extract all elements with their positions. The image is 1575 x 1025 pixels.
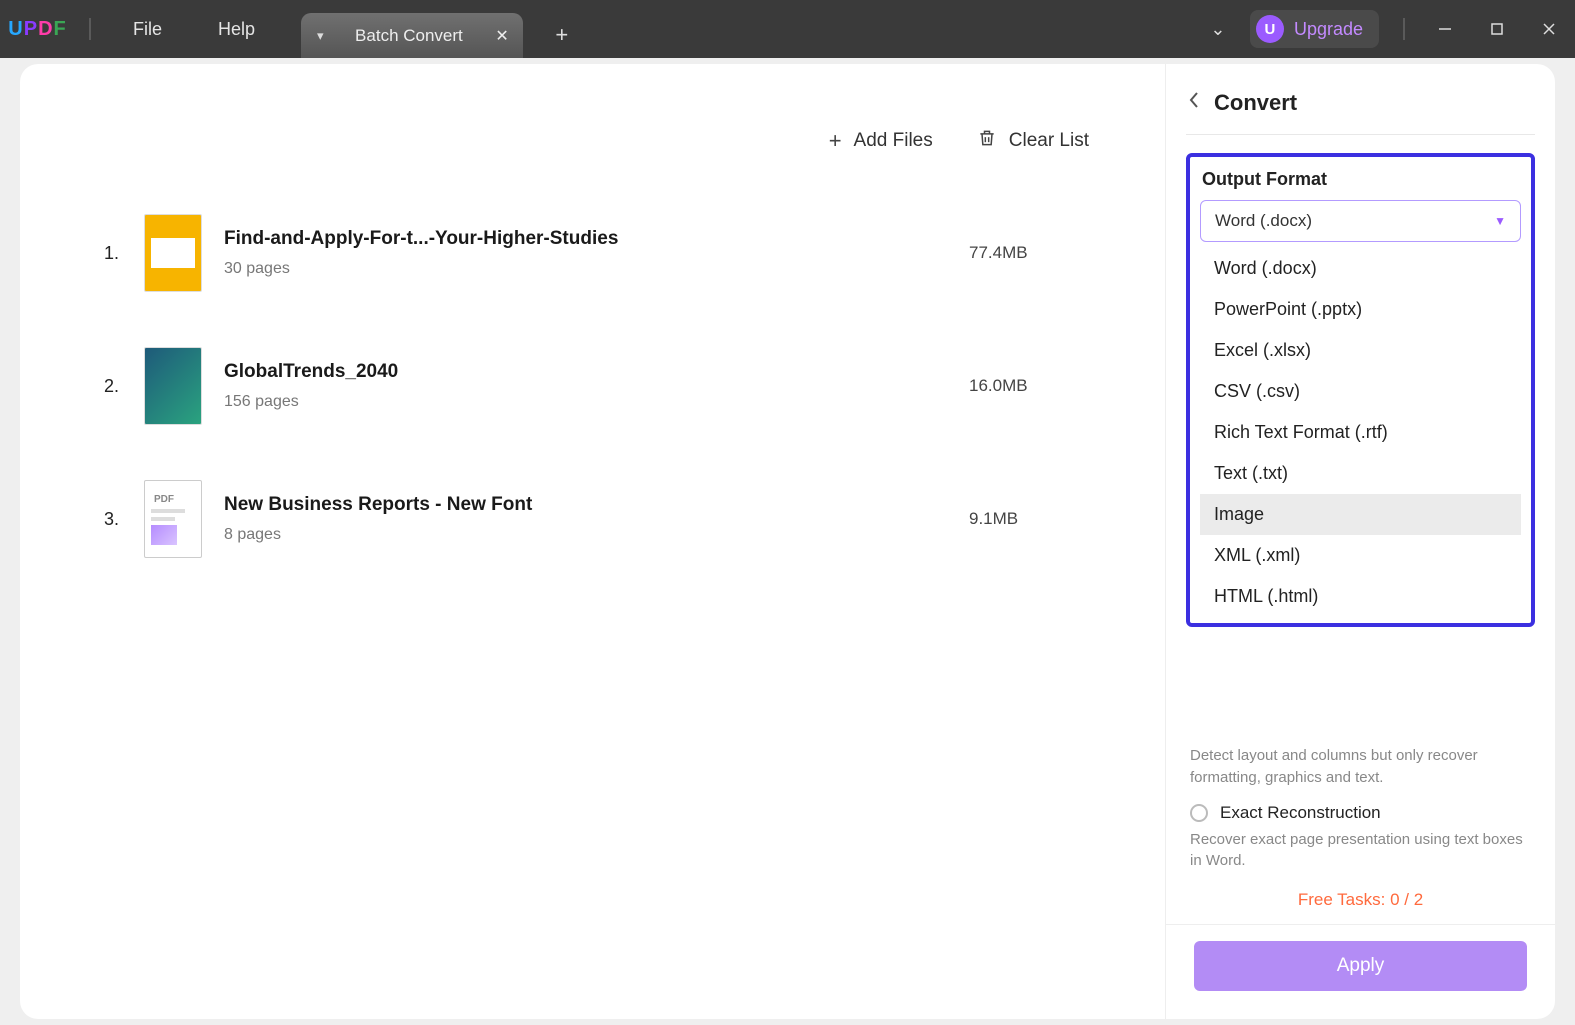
- file-row[interactable]: 2. GlobalTrends_2040 156 pages 16.0MB: [104, 347, 1089, 425]
- app-root: UPDF File Help ▾ Batch Convert ✕ + ⌄ U U…: [0, 0, 1575, 1025]
- file-thumbnail: [144, 347, 202, 425]
- minimize-button[interactable]: [1419, 0, 1471, 58]
- layout-options: Detect layout and columns but only recov…: [1166, 745, 1555, 924]
- trash-icon: [977, 127, 997, 155]
- list-actions: Add Files Clear List: [829, 127, 1089, 155]
- format-dropdown-list: Word (.docx)PowerPoint (.pptx)Excel (.xl…: [1200, 248, 1521, 617]
- side-title: Convert: [1214, 90, 1297, 116]
- body: Add Files Clear List 1. Find-and: [0, 58, 1575, 1025]
- format-option[interactable]: Text (.txt): [1200, 453, 1521, 494]
- clear-list-button[interactable]: Clear List: [977, 127, 1089, 155]
- close-icon: [1542, 22, 1556, 36]
- format-option[interactable]: Image: [1200, 494, 1521, 535]
- file-row[interactable]: 1. Find-and-Apply-For-t...-Your-Higher-S…: [104, 214, 1089, 292]
- file-pages: 8 pages: [224, 526, 969, 544]
- file-index: 2.: [104, 376, 144, 397]
- maximize-button[interactable]: [1471, 0, 1523, 58]
- side-header: Convert: [1166, 64, 1555, 134]
- radio-label: Exact Reconstruction: [1220, 803, 1381, 823]
- selected-format: Word (.docx): [1215, 211, 1312, 231]
- tab-batch-convert[interactable]: ▾ Batch Convert ✕: [301, 13, 523, 58]
- divider: [1403, 18, 1405, 40]
- plus-icon: +: [555, 22, 568, 48]
- divider: [89, 18, 91, 40]
- menu-file[interactable]: File: [105, 19, 190, 40]
- apply-button[interactable]: Apply: [1194, 941, 1527, 991]
- file-pages: 156 pages: [224, 393, 969, 411]
- file-meta: New Business Reports - New Font 8 pages: [224, 494, 969, 544]
- file-thumbnail: PDF: [144, 480, 202, 558]
- back-button[interactable]: [1184, 91, 1204, 115]
- add-files-button[interactable]: Add Files: [829, 128, 933, 154]
- layout-description: Detect layout and columns but only recov…: [1166, 745, 1555, 789]
- side-content: Output Format Word (.docx) ▼ Word (.docx…: [1166, 135, 1555, 745]
- app-logo: UPDF: [0, 18, 75, 41]
- output-format-label: Output Format: [1202, 169, 1521, 190]
- file-size: 77.4MB: [969, 243, 1089, 263]
- plus-icon: [829, 128, 842, 154]
- file-meta: Find-and-Apply-For-t...-Your-Higher-Stud…: [224, 228, 969, 278]
- titlebar: UPDF File Help ▾ Batch Convert ✕ + ⌄ U U…: [0, 0, 1575, 58]
- apply-wrap: Apply: [1166, 924, 1555, 1019]
- output-format-highlight: Output Format Word (.docx) ▼ Word (.docx…: [1186, 153, 1535, 627]
- tab-label: Batch Convert: [355, 26, 463, 46]
- tabbar: ▾ Batch Convert ✕ +: [301, 0, 585, 58]
- file-meta: GlobalTrends_2040 156 pages: [224, 361, 969, 411]
- chevron-down-icon: ▼: [1494, 214, 1506, 228]
- format-option[interactable]: Excel (.xlsx): [1200, 330, 1521, 371]
- window-controls: [1419, 0, 1575, 58]
- file-title: GlobalTrends_2040: [224, 361, 969, 383]
- avatar: U: [1256, 15, 1284, 43]
- tab-close-icon[interactable]: ✕: [495, 26, 508, 46]
- radio-icon: [1190, 804, 1208, 822]
- add-files-label: Add Files: [854, 130, 933, 152]
- file-title: Find-and-Apply-For-t...-Your-Higher-Stud…: [224, 228, 969, 250]
- chevron-left-icon: [1188, 91, 1200, 109]
- close-button[interactable]: [1523, 0, 1575, 58]
- main-panel: Add Files Clear List 1. Find-and: [20, 64, 1165, 1019]
- format-option[interactable]: Rich Text Format (.rtf): [1200, 412, 1521, 453]
- upgrade-label: Upgrade: [1294, 19, 1363, 40]
- clear-list-label: Clear List: [1009, 130, 1089, 152]
- file-list: 1. Find-and-Apply-For-t...-Your-Higher-S…: [104, 214, 1089, 613]
- side-panel: Convert Output Format Word (.docx) ▼ Wor…: [1165, 64, 1555, 1019]
- main-panel-wrap: Add Files Clear List 1. Find-and: [0, 58, 1165, 1025]
- minimize-icon: [1438, 22, 1452, 36]
- file-pages: 30 pages: [224, 260, 969, 278]
- maximize-icon: [1490, 22, 1504, 36]
- menu-help[interactable]: Help: [190, 19, 283, 40]
- exact-reconstruction-radio[interactable]: Exact Reconstruction: [1166, 789, 1555, 829]
- file-thumbnail: [144, 214, 202, 292]
- format-option[interactable]: Word (.docx): [1200, 248, 1521, 289]
- layout-description: Recover exact page presentation using te…: [1166, 829, 1555, 873]
- file-index: 1.: [104, 243, 144, 264]
- free-tasks-label: Free Tasks: 0 / 2: [1166, 872, 1555, 924]
- upgrade-button[interactable]: U Upgrade: [1250, 10, 1379, 48]
- file-size: 9.1MB: [969, 509, 1089, 529]
- file-index: 3.: [104, 509, 144, 530]
- file-size: 16.0MB: [969, 376, 1089, 396]
- quick-dropdown-icon[interactable]: ⌄: [1198, 19, 1238, 40]
- new-tab-button[interactable]: +: [539, 12, 585, 58]
- format-option[interactable]: CSV (.csv): [1200, 371, 1521, 412]
- format-option[interactable]: HTML (.html): [1200, 576, 1521, 617]
- file-row[interactable]: 3. PDF New Business Reports - New Font 8…: [104, 480, 1089, 558]
- tab-menu-caret-icon[interactable]: ▾: [317, 28, 324, 44]
- output-format-select[interactable]: Word (.docx) ▼: [1200, 200, 1521, 242]
- format-option[interactable]: PowerPoint (.pptx): [1200, 289, 1521, 330]
- format-option[interactable]: XML (.xml): [1200, 535, 1521, 576]
- file-title: New Business Reports - New Font: [224, 494, 969, 516]
